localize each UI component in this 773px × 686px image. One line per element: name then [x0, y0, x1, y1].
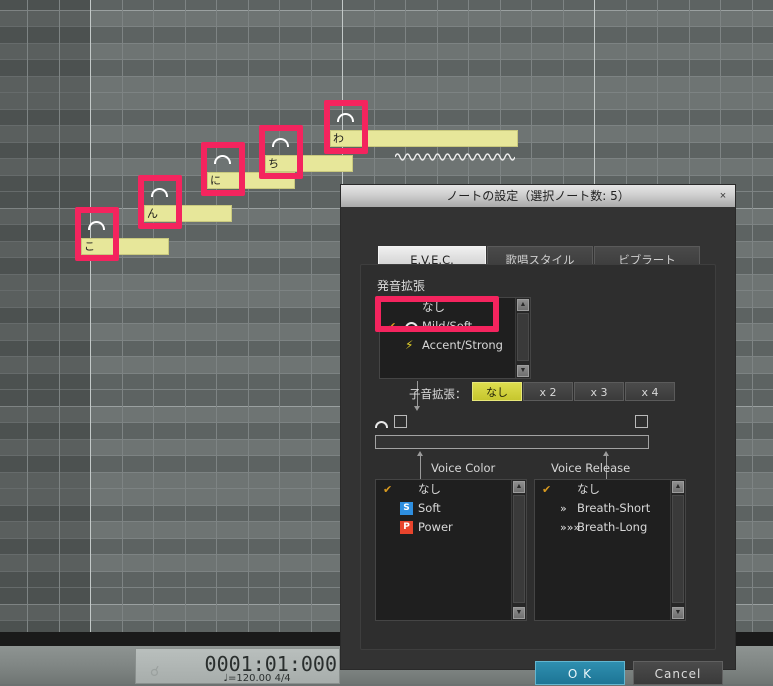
dialog-body: E.V.E.C. 歌唱スタイル ビブラート 発音拡張 なし ✔ Mild/Soft ⚡ Ac…	[341, 207, 735, 685]
voice-release-listbox[interactable]: ✔ なし » Breath-Short »»» Breath-Long ▲ ▼	[534, 479, 686, 621]
scroll-thumb[interactable]	[513, 495, 525, 603]
consonant-option-none[interactable]: なし	[472, 382, 522, 401]
voice-release-scrollbar[interactable]: ▲ ▼	[670, 480, 685, 620]
voice-color-item-label: Soft	[418, 501, 441, 515]
voice-color-item-label: なし	[418, 482, 441, 496]
voice-color-item[interactable]: S Soft	[376, 499, 526, 518]
tempo-readout: ♩=120.00 4/4	[223, 673, 291, 684]
beat-line	[216, 0, 217, 632]
scroll-thumb[interactable]	[672, 495, 684, 603]
dialog-titlebar[interactable]: ノートの設定（選択ノート数: 5） ×	[341, 185, 735, 208]
voice-color-arrow-line	[420, 455, 421, 479]
note-properties-dialog[interactable]: ノートの設定（選択ノート数: 5） × E.V.E.C. 歌唱スタイル ビブラート …	[341, 185, 735, 685]
cancel-button[interactable]: Cancel	[633, 661, 723, 685]
pronunciation-item-label: Accent/Strong	[422, 338, 503, 352]
ok-button[interactable]: O K	[535, 661, 625, 685]
scroll-down-icon[interactable]: ▼	[517, 365, 529, 377]
annotation-box-note-2	[138, 175, 182, 229]
breath-chevron-icon: »	[560, 502, 567, 515]
vibrato-wave-icon	[395, 153, 515, 161]
beat-line	[752, 0, 753, 632]
voice-color-badge-icon: P	[400, 521, 413, 534]
voice-release-item-label: Breath-Short	[577, 501, 651, 515]
value-bar[interactable]	[375, 435, 649, 449]
time-display-panel[interactable]: ☌ 0001:01:000 ♩=120.00 4/4	[135, 648, 340, 684]
annotation-box-note-5	[324, 100, 368, 154]
voice-release-item[interactable]: ✔ なし	[535, 480, 685, 499]
annotation-box-note-1	[75, 207, 119, 261]
pronunciation-section-label: 発音拡張	[377, 279, 426, 293]
beat-line	[185, 0, 186, 632]
voice-color-listbox[interactable]: ✔ なし S Soft P Power ▲ ▼	[375, 479, 527, 621]
pronunciation-item[interactable]: ⚡ Accent/Strong	[380, 336, 530, 355]
voice-release-item-label: Breath-Long	[577, 520, 648, 534]
scroll-down-icon[interactable]: ▼	[513, 607, 525, 619]
accent-bolt-icon: ⚡	[405, 338, 414, 352]
left-checkbox[interactable]	[394, 415, 407, 428]
beat-line	[248, 0, 249, 632]
voice-release-list-rows[interactable]: ✔ なし » Breath-Short »»» Breath-Long	[535, 480, 685, 537]
check-icon: ✔	[542, 483, 552, 496]
voice-release-item[interactable]: » Breath-Short	[535, 499, 685, 518]
bar-line	[90, 0, 91, 632]
voice-release-item[interactable]: »»» Breath-Long	[535, 518, 685, 537]
consonant-option-x3[interactable]: x 3	[574, 382, 624, 401]
flow-arrow-head	[414, 406, 420, 411]
voice-release-item-label: なし	[577, 482, 600, 496]
voice-color-item[interactable]: P Power	[376, 518, 526, 537]
close-icon[interactable]: ×	[715, 189, 731, 204]
voice-color-arrow-head	[417, 451, 423, 456]
beat-line	[153, 0, 154, 632]
consonant-label: 子音拡張：	[409, 387, 467, 401]
scroll-up-icon[interactable]: ▲	[513, 481, 525, 493]
scroll-up-icon[interactable]: ▲	[672, 481, 684, 493]
right-checkbox[interactable]	[635, 415, 648, 428]
voice-release-arrow-head	[603, 451, 609, 456]
check-icon: ✔	[383, 483, 393, 496]
voice-color-label: Voice Color	[431, 461, 496, 475]
scroll-down-icon[interactable]: ▼	[672, 607, 684, 619]
scroll-up-icon[interactable]: ▲	[517, 299, 529, 311]
voice-color-item[interactable]: ✔ なし	[376, 480, 526, 499]
annotation-box-note-4	[259, 125, 303, 179]
annotation-box-mild-soft	[375, 296, 499, 332]
voice-release-label: Voice Release	[551, 461, 631, 475]
piano-roll-left-shade	[0, 0, 90, 632]
dialog-title: ノートの設定（選択ノート数: 5）	[446, 189, 630, 203]
breath-chevron-icon: »»»	[560, 521, 581, 534]
beat-line	[27, 0, 28, 632]
link-icon[interactable]: ☌	[150, 663, 159, 680]
voice-color-list-rows[interactable]: ✔ なし S Soft P Power	[376, 480, 526, 537]
voice-color-badge-icon: S	[400, 502, 413, 515]
beat-line	[311, 0, 312, 632]
mild-arc-icon	[375, 421, 388, 428]
beat-line	[122, 0, 123, 632]
beat-line	[279, 0, 280, 632]
scroll-thumb[interactable]	[517, 313, 529, 361]
consonant-option-x2[interactable]: x 2	[523, 382, 573, 401]
voice-color-item-label: Power	[418, 520, 453, 534]
pronunciation-scrollbar[interactable]: ▲ ▼	[515, 298, 530, 378]
consonant-option-x4[interactable]: x 4	[625, 382, 675, 401]
annotation-box-note-3	[201, 142, 245, 196]
voice-color-scrollbar[interactable]: ▲ ▼	[511, 480, 526, 620]
beat-line	[59, 0, 60, 632]
